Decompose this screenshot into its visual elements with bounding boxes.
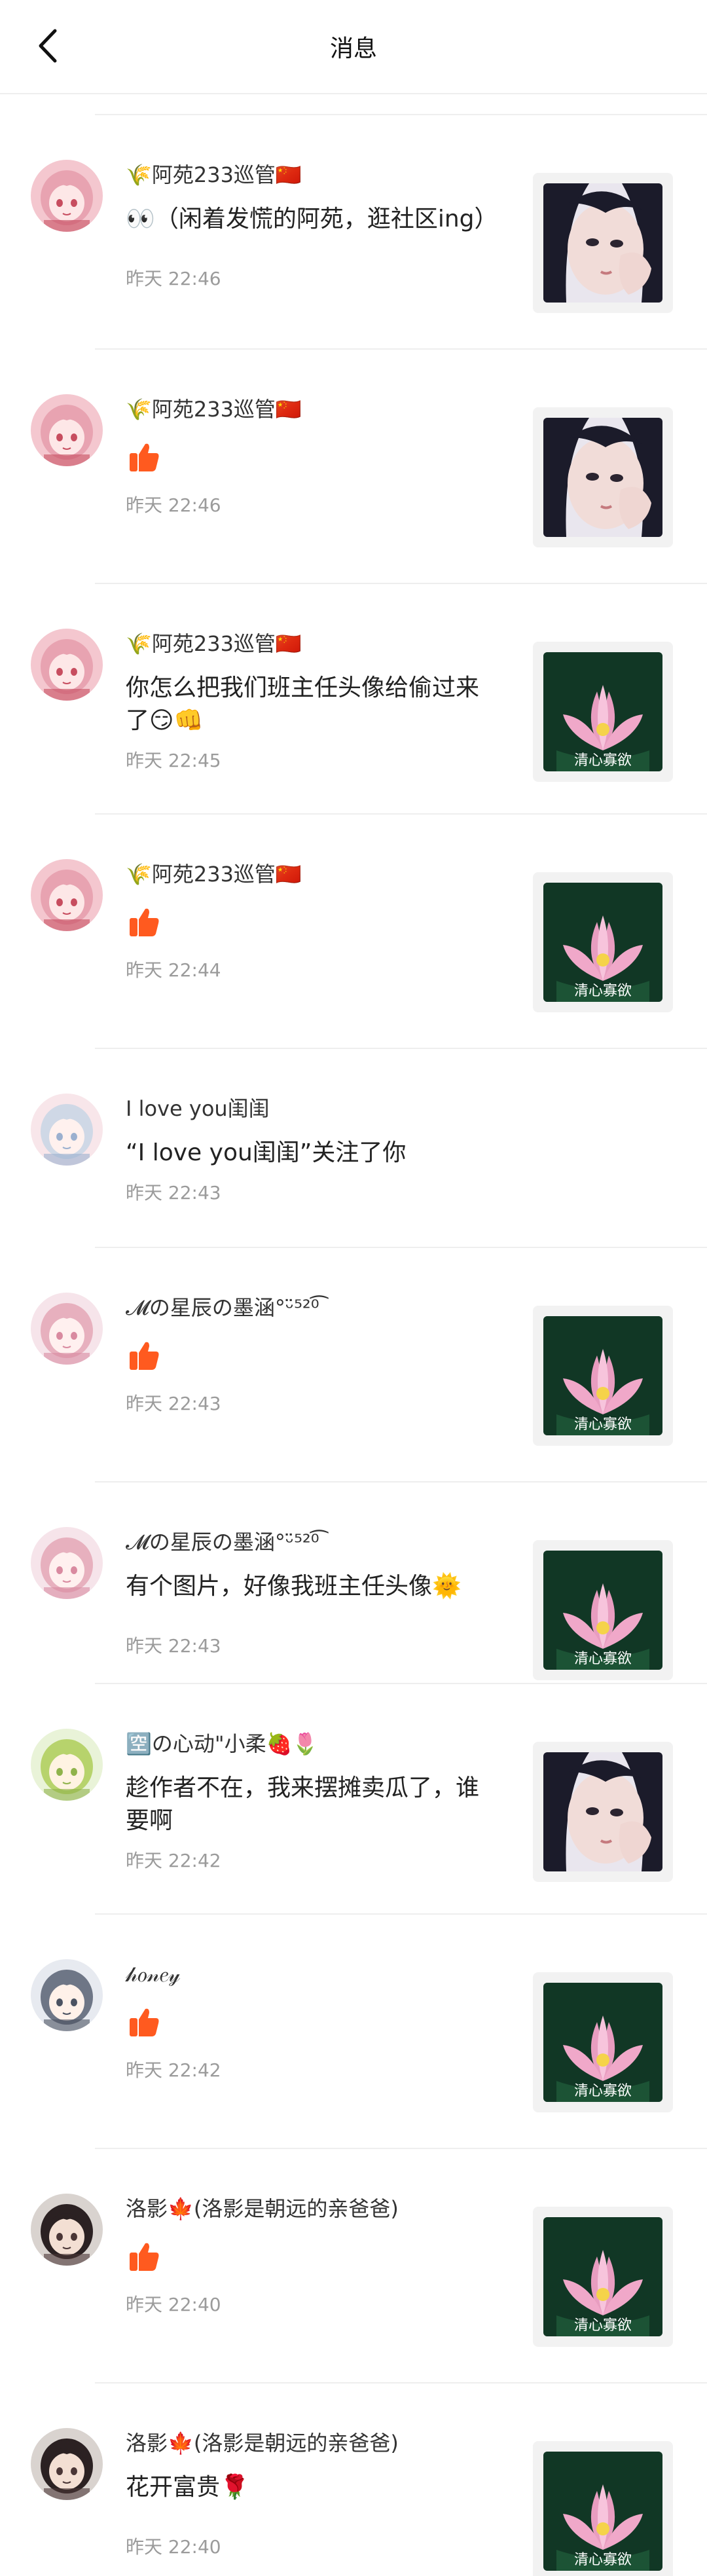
post-thumbnail[interactable]: 清心寡欲 (533, 1972, 673, 2112)
post-thumbnail[interactable]: 清心寡欲 (533, 1540, 673, 1680)
sender-name[interactable]: 洛影🍁(洛影是朝远的亲爸爸) (126, 2428, 492, 2458)
avatar[interactable] (31, 2194, 103, 2266)
avatar[interactable] (31, 394, 103, 466)
message-item[interactable]: 洛影🍁(洛影是朝远的亲爸爸) 花开富贵🌹 昨天 22:40 清心寡欲 (31, 2383, 707, 2576)
message-body: I love you闺闺 “I love you闺闺”关注了你昨天 22:43 (126, 1094, 492, 1205)
post-thumbnail[interactable] (533, 407, 673, 547)
message-body: 𝒽𝑜𝓃𝑒𝓎 昨天 22:42 (126, 1959, 492, 2082)
lotus-caption: 清心寡欲 (574, 1416, 632, 1433)
header: 消息 (0, 0, 707, 94)
like-indicator (126, 439, 492, 482)
thumbs-up-icon (130, 1342, 159, 1370)
message-item[interactable]: 𝒽𝑜𝓃𝑒𝓎 昨天 22:42 清心寡欲 (31, 1915, 707, 2149)
sender-name[interactable]: 🈳の心动"小柔🍓🌷 (126, 1729, 492, 1759)
timestamp: 昨天 22:44 (126, 959, 221, 981)
like-indicator (126, 904, 492, 947)
message-list: 🌾阿苑233巡管🇨🇳 👀（闲着发慌的阿苑，逛社区ing） 昨天 22:46 🌾阿苑2… (0, 115, 707, 2576)
message-item[interactable]: 🌾阿苑233巡管🇨🇳 👀（闲着发慌的阿苑，逛社区ing） 昨天 22:46 (31, 115, 707, 350)
message-content: 花开富贵🌹 (126, 2474, 249, 2501)
avatar[interactable] (31, 1293, 103, 1365)
sender-name[interactable]: I love you闺闺 (126, 1094, 492, 1124)
avatar[interactable] (31, 1959, 103, 2031)
sender-name[interactable]: 𝒽𝑜𝓃𝑒𝓎 (126, 1959, 492, 1989)
message-body: 🈳の心动"小柔🍓🌷 趁作者不在，我来摆摊卖瓜了，谁要啊昨天 22:42 (126, 1729, 492, 1873)
message-item[interactable]: 🈳の心动"小柔🍓🌷 趁作者不在，我来摆摊卖瓜了，谁要啊昨天 22:42 (31, 1684, 707, 1915)
lotus-caption: 清心寡欲 (574, 983, 632, 999)
message-body: 🌾阿苑233巡管🇨🇳 昨天 22:46 (126, 394, 492, 517)
page-title: 消息 (329, 35, 377, 62)
thumbs-up-icon (130, 2243, 159, 2271)
avatar[interactable] (31, 1729, 103, 1801)
message-item[interactable]: I love you闺闺 “I love you闺闺”关注了你昨天 22:43 (31, 1049, 707, 1248)
thumbs-up-icon (130, 443, 159, 471)
timestamp: 昨天 22:42 (126, 2059, 221, 2081)
like-indicator (126, 2238, 492, 2281)
sender-name[interactable]: 洛影🍁(洛影是朝远的亲爸爸) (126, 2194, 492, 2224)
message-item[interactable]: 🌾阿苑233巡管🇨🇳 你怎么把我们班主任头像给偷过来了😏👊 昨天 22:45 清心寡… (31, 584, 707, 815)
timestamp: 昨天 22:43 (126, 1635, 221, 1657)
message-item[interactable]: 𝓜の星辰の墨涵°ᵕ̈⁵²⁰͡ 昨天 22:43 清心寡欲 (31, 1248, 707, 1482)
message-body: 🌾阿苑233巡管🇨🇳 👀（闲着发慌的阿苑，逛社区ing） 昨天 22:46 (126, 160, 498, 291)
post-thumbnail[interactable]: 清心寡欲 (533, 2441, 673, 2576)
avatar[interactable] (31, 1527, 103, 1599)
sender-name[interactable]: 🌾阿苑233巡管🇨🇳 (126, 859, 492, 889)
timestamp: 昨天 22:46 (126, 494, 221, 516)
timestamp: 昨天 22:42 (126, 1850, 221, 1871)
post-thumbnail[interactable]: 清心寡欲 (533, 1306, 673, 1446)
timestamp: 昨天 22:40 (126, 2536, 221, 2558)
message-body: 洛影🍁(洛影是朝远的亲爸爸) 昨天 22:40 (126, 2194, 492, 2317)
sender-name[interactable]: 𝓜の星辰の墨涵°ᵕ̈⁵²⁰͡ (126, 1293, 492, 1323)
message-body: 🌾阿苑233巡管🇨🇳 你怎么把我们班主任头像给偷过来了😏👊 昨天 22:45 (126, 629, 492, 773)
message-item[interactable]: 洛影🍁(洛影是朝远的亲爸爸) 昨天 22:40 清心寡欲 (31, 2149, 707, 2383)
message-item[interactable]: 𝓜の星辰の墨涵°ᵕ̈⁵²⁰͡ 有个图片，好像我班主任头像🌞 昨天 22:43 清心寡… (31, 1482, 707, 1684)
message-content: 👀（闲着发慌的阿苑，逛社区ing） (126, 206, 498, 232)
back-button[interactable] (26, 25, 68, 67)
post-thumbnail[interactable]: 清心寡欲 (533, 872, 673, 1012)
post-thumbnail[interactable]: 清心寡欲 (533, 2207, 673, 2347)
sender-name[interactable]: 🌾阿苑233巡管🇨🇳 (126, 629, 492, 659)
post-thumbnail[interactable] (533, 173, 673, 313)
messages-page: 消息 🌾阿苑233巡管🇨🇳 👀（闲着发慌的阿苑，逛社区ing） 昨天 22:46 (0, 0, 707, 2576)
message-content: “I love you闺闺”关注了你 (126, 1139, 407, 1166)
lotus-caption: 清心寡欲 (574, 752, 632, 769)
sender-name[interactable]: 🌾阿苑233巡管🇨🇳 (126, 394, 492, 424)
timestamp: 昨天 22:43 (126, 1182, 221, 1204)
timestamp: 昨天 22:46 (126, 268, 221, 289)
avatar[interactable] (31, 1094, 103, 1166)
message-item[interactable]: 🌾阿苑233巡管🇨🇳 昨天 22:46 (31, 350, 707, 584)
message-item[interactable]: 🌾阿苑233巡管🇨🇳 昨天 22:44 清心寡欲 (31, 815, 707, 1049)
sender-name[interactable]: 🌾阿苑233巡管🇨🇳 (126, 160, 492, 190)
avatar[interactable] (31, 160, 103, 232)
message-body: 洛影🍁(洛影是朝远的亲爸爸) 花开富贵🌹 昨天 22:40 (126, 2428, 492, 2559)
lotus-caption: 清心寡欲 (574, 2552, 632, 2568)
chevron-left-icon (39, 29, 57, 63)
message-body: 𝓜の星辰の墨涵°ᵕ̈⁵²⁰͡ 昨天 22:43 (126, 1293, 492, 1416)
message-content: 你怎么把我们班主任头像给偷过来了😏👊 (126, 674, 480, 734)
sender-name[interactable]: 𝓜の星辰の墨涵°ᵕ̈⁵²⁰͡ (126, 1527, 492, 1557)
post-thumbnail[interactable] (533, 1742, 673, 1882)
avatar[interactable] (31, 2428, 103, 2500)
avatar[interactable] (31, 859, 103, 931)
lotus-caption: 清心寡欲 (574, 1651, 632, 1667)
avatar[interactable] (31, 629, 103, 701)
message-body: 🌾阿苑233巡管🇨🇳 昨天 22:44 (126, 859, 492, 982)
like-indicator (126, 2004, 492, 2047)
message-body: 𝓜の星辰の墨涵°ᵕ̈⁵²⁰͡ 有个图片，好像我班主任头像🌞 昨天 22:43 (126, 1527, 492, 1658)
thumbs-up-icon (130, 908, 159, 936)
lotus-caption: 清心寡欲 (574, 2083, 632, 2099)
lotus-caption: 清心寡欲 (574, 2317, 632, 2334)
message-content: 趁作者不在，我来摆摊卖瓜了，谁要啊 (126, 1775, 480, 1834)
timestamp: 昨天 22:45 (126, 750, 221, 771)
timestamp: 昨天 22:43 (126, 1393, 221, 1414)
message-content: 有个图片，好像我班主任头像🌞 (126, 1573, 462, 1600)
timestamp: 昨天 22:40 (126, 2294, 221, 2315)
like-indicator (126, 1337, 492, 1380)
thumbs-up-icon (130, 2008, 159, 2036)
post-thumbnail[interactable]: 清心寡欲 (533, 642, 673, 782)
